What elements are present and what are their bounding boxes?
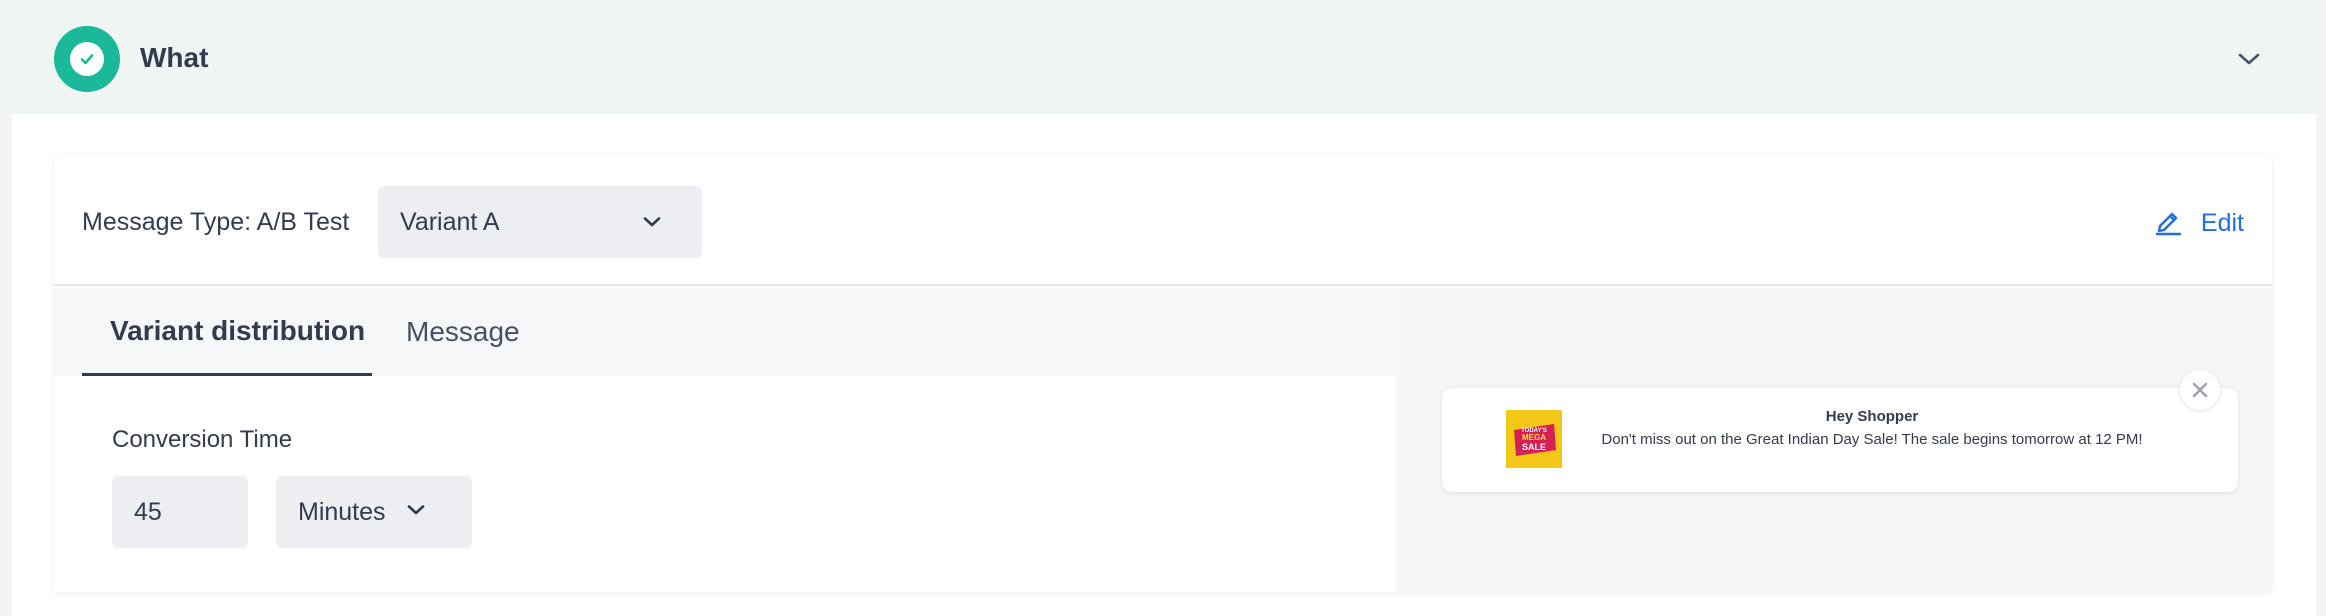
variant-dropdown-value: Variant A	[400, 207, 500, 236]
notification-preview: TODAY'S MEGA SALE Hey Shopper Don't miss…	[1442, 388, 2238, 492]
tab-message[interactable]: Message	[406, 288, 520, 376]
chevron-down-icon[interactable]	[2234, 44, 2264, 74]
close-icon[interactable]	[2180, 370, 2220, 410]
variant-dropdown[interactable]: Variant A	[378, 186, 702, 258]
pencil-icon	[2153, 206, 2183, 241]
message-type-bar: Message Type: A/B Test Variant A Edit	[54, 156, 2272, 286]
check-circle-icon	[54, 26, 120, 92]
conversion-unit-dropdown[interactable]: Minutes	[276, 476, 472, 548]
message-type-value: A/B Test	[256, 208, 350, 236]
chevron-down-icon	[642, 215, 672, 229]
conversion-time-input[interactable]	[112, 476, 248, 548]
section-title: What	[140, 42, 209, 73]
tab-bar: Variant distribution Message	[54, 288, 1396, 376]
tab-variant-distribution[interactable]: Variant distribution	[82, 288, 372, 376]
edit-button[interactable]: Edit	[2153, 206, 2244, 241]
conversion-unit-value: Minutes	[298, 497, 386, 526]
page-container: What Message Type: A/B Test Variant A Ed…	[12, 0, 2316, 616]
conversion-time-label: Conversion Time	[112, 426, 293, 453]
notification-body: Don't miss out on the Great Indian Day S…	[1601, 431, 2143, 448]
banner-text-mega: MEGA	[1522, 433, 1546, 442]
section-header[interactable]: What	[12, 0, 2316, 114]
edit-label: Edit	[2200, 209, 2244, 237]
chevron-down-icon	[406, 503, 426, 522]
settings-pane: Variant distribution Message Conversion …	[54, 288, 1396, 592]
message-card: Message Type: A/B Test Variant A Edit Va…	[54, 156, 2272, 592]
mega-sale-banner-icon: TODAY'S MEGA SALE	[1506, 410, 1562, 468]
notification-title: Hey Shopper	[1825, 408, 1919, 425]
message-type-label: Message Type: A/B Test	[82, 208, 349, 237]
message-type-key: Message Type:	[82, 208, 252, 236]
preview-pane: TODAY'S MEGA SALE Hey Shopper Don't miss…	[1396, 288, 2272, 592]
banner-text-sale: SALE	[1522, 442, 1546, 452]
